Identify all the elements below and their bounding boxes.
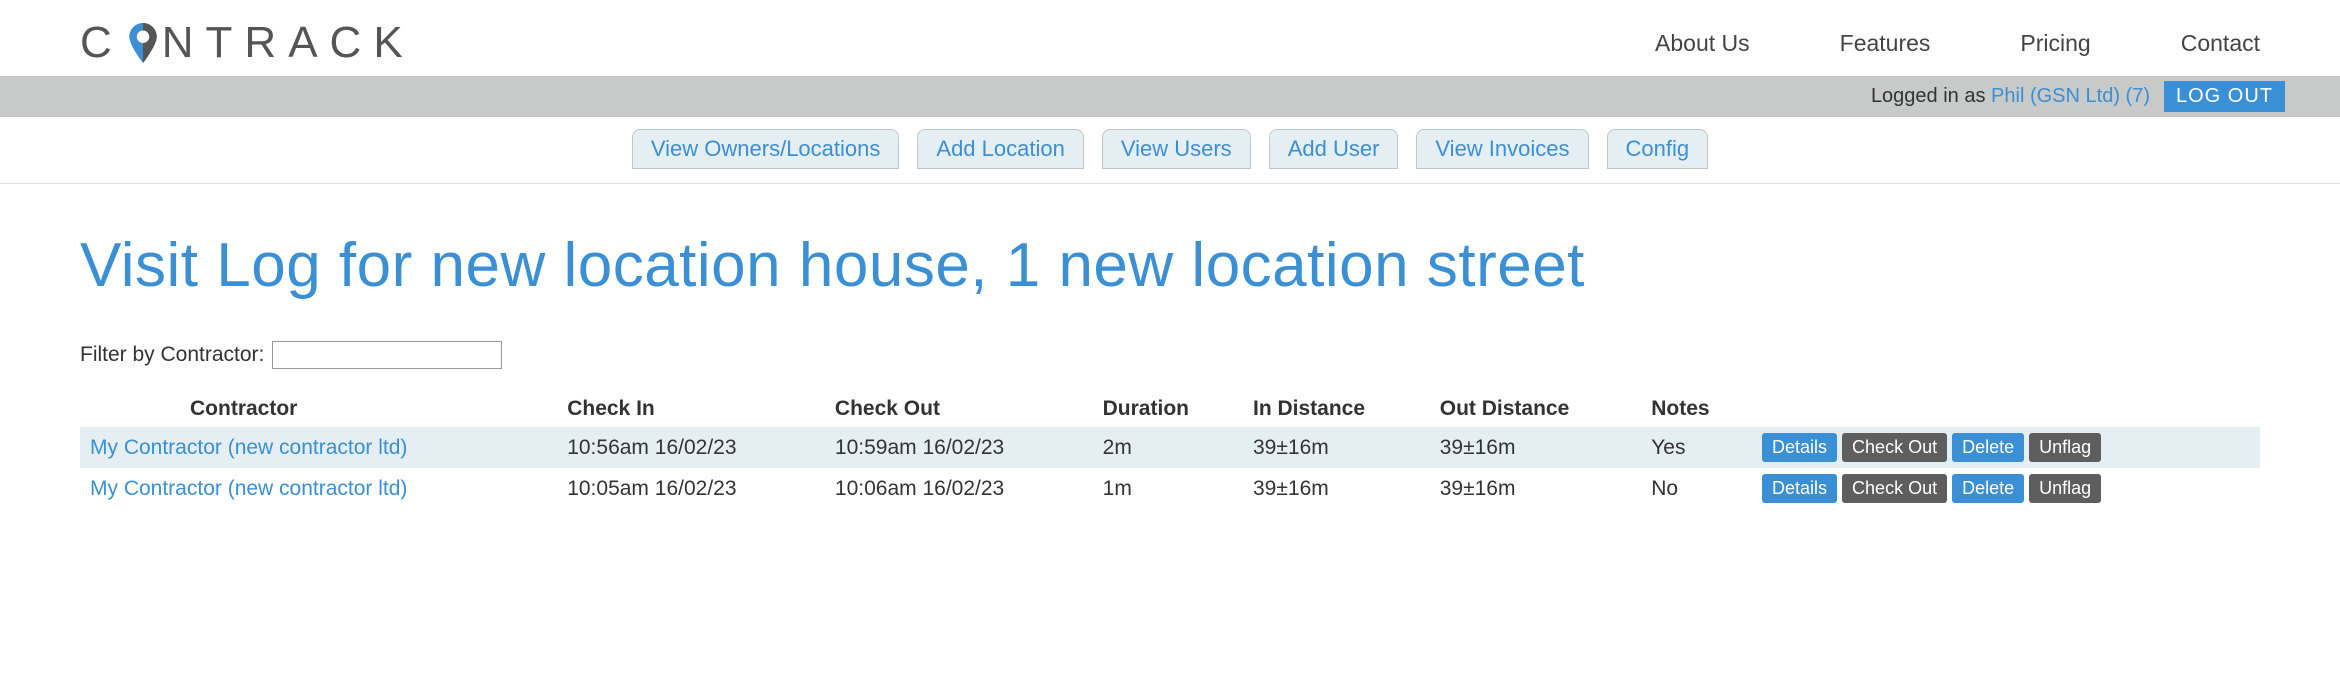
filter-label: Filter by Contractor: <box>80 343 264 367</box>
cell-duration: 1m <box>1093 468 1243 509</box>
row-actions: Details Check Out Delete Unflag <box>1762 474 2250 503</box>
cell-outdist: 39±16m <box>1430 468 1641 509</box>
main: Visit Log for new location house, 1 new … <box>0 184 2340 537</box>
user-link[interactable]: Phil (GSN Ltd) (7) <box>1991 85 2150 107</box>
col-checkin: Check In <box>557 391 825 427</box>
filter-row: Filter by Contractor: <box>80 341 2260 369</box>
col-outdistance: Out Distance <box>1430 391 1641 427</box>
nav-about[interactable]: About Us <box>1655 30 1750 57</box>
table-row: My Contractor (new contractor ltd) 10:56… <box>80 427 2260 468</box>
col-checkout: Check Out <box>825 391 1093 427</box>
tab-view-users[interactable]: View Users <box>1102 129 1251 169</box>
page-title: Visit Log for new location house, 1 new … <box>80 230 2260 301</box>
header: C NTRACK About Us Features Pricing Conta… <box>0 0 2340 76</box>
details-button[interactable]: Details <box>1762 474 1837 503</box>
top-nav: About Us Features Pricing Contact <box>1655 30 2260 57</box>
unflag-button[interactable]: Unflag <box>2029 433 2101 462</box>
tab-add-location[interactable]: Add Location <box>917 129 1083 169</box>
details-button[interactable]: Details <box>1762 433 1837 462</box>
cell-outdist: 39±16m <box>1430 427 1641 468</box>
col-notes: Notes <box>1641 391 1752 427</box>
cell-notes: No <box>1641 468 1752 509</box>
delete-button[interactable]: Delete <box>1952 433 2024 462</box>
contractor-link[interactable]: My Contractor (new contractor ltd) <box>90 477 407 500</box>
tab-add-user[interactable]: Add User <box>1269 129 1399 169</box>
tab-view-owners[interactable]: View Owners/Locations <box>632 129 900 169</box>
status-text: Logged in as Phil (GSN Ltd) (7) <box>1871 85 2150 108</box>
logo-text-pre: C <box>80 18 124 68</box>
nav-pricing[interactable]: Pricing <box>2020 30 2090 57</box>
filter-input[interactable] <box>272 341 502 369</box>
nav-features[interactable]: Features <box>1840 30 1931 57</box>
logout-button[interactable]: LOG OUT <box>2164 81 2285 112</box>
unflag-button[interactable]: Unflag <box>2029 474 2101 503</box>
checkout-button[interactable]: Check Out <box>1842 474 1947 503</box>
cell-notes: Yes <box>1641 427 1752 468</box>
logo: C NTRACK <box>80 18 415 68</box>
tab-config[interactable]: Config <box>1607 129 1709 169</box>
cell-checkin: 10:56am 16/02/23 <box>557 427 825 468</box>
contractor-link[interactable]: My Contractor (new contractor ltd) <box>90 436 407 459</box>
col-contractor: Contractor <box>80 391 557 427</box>
cell-duration: 2m <box>1093 427 1243 468</box>
cell-checkin: 10:05am 16/02/23 <box>557 468 825 509</box>
status-pre: Logged in as <box>1871 85 1991 107</box>
tab-row: View Owners/Locations Add Location View … <box>0 119 2340 184</box>
cell-indist: 39±16m <box>1243 427 1430 468</box>
cell-checkout: 10:06am 16/02/23 <box>825 468 1093 509</box>
table-row: My Contractor (new contractor ltd) 10:05… <box>80 468 2260 509</box>
tab-view-invoices[interactable]: View Invoices <box>1416 129 1588 169</box>
cell-checkout: 10:59am 16/02/23 <box>825 427 1093 468</box>
status-bar: Logged in as Phil (GSN Ltd) (7) LOG OUT <box>0 76 2340 117</box>
checkout-button[interactable]: Check Out <box>1842 433 1947 462</box>
col-duration: Duration <box>1093 391 1243 427</box>
row-actions: Details Check Out Delete Unflag <box>1762 433 2250 462</box>
logo-text-post: NTRACK <box>162 18 415 68</box>
visit-log-table: Contractor Check In Check Out Duration I… <box>80 391 2260 509</box>
map-pin-icon <box>128 23 158 63</box>
cell-indist: 39±16m <box>1243 468 1430 509</box>
col-indistance: In Distance <box>1243 391 1430 427</box>
delete-button[interactable]: Delete <box>1952 474 2024 503</box>
table-header-row: Contractor Check In Check Out Duration I… <box>80 391 2260 427</box>
nav-contact[interactable]: Contact <box>2181 30 2260 57</box>
